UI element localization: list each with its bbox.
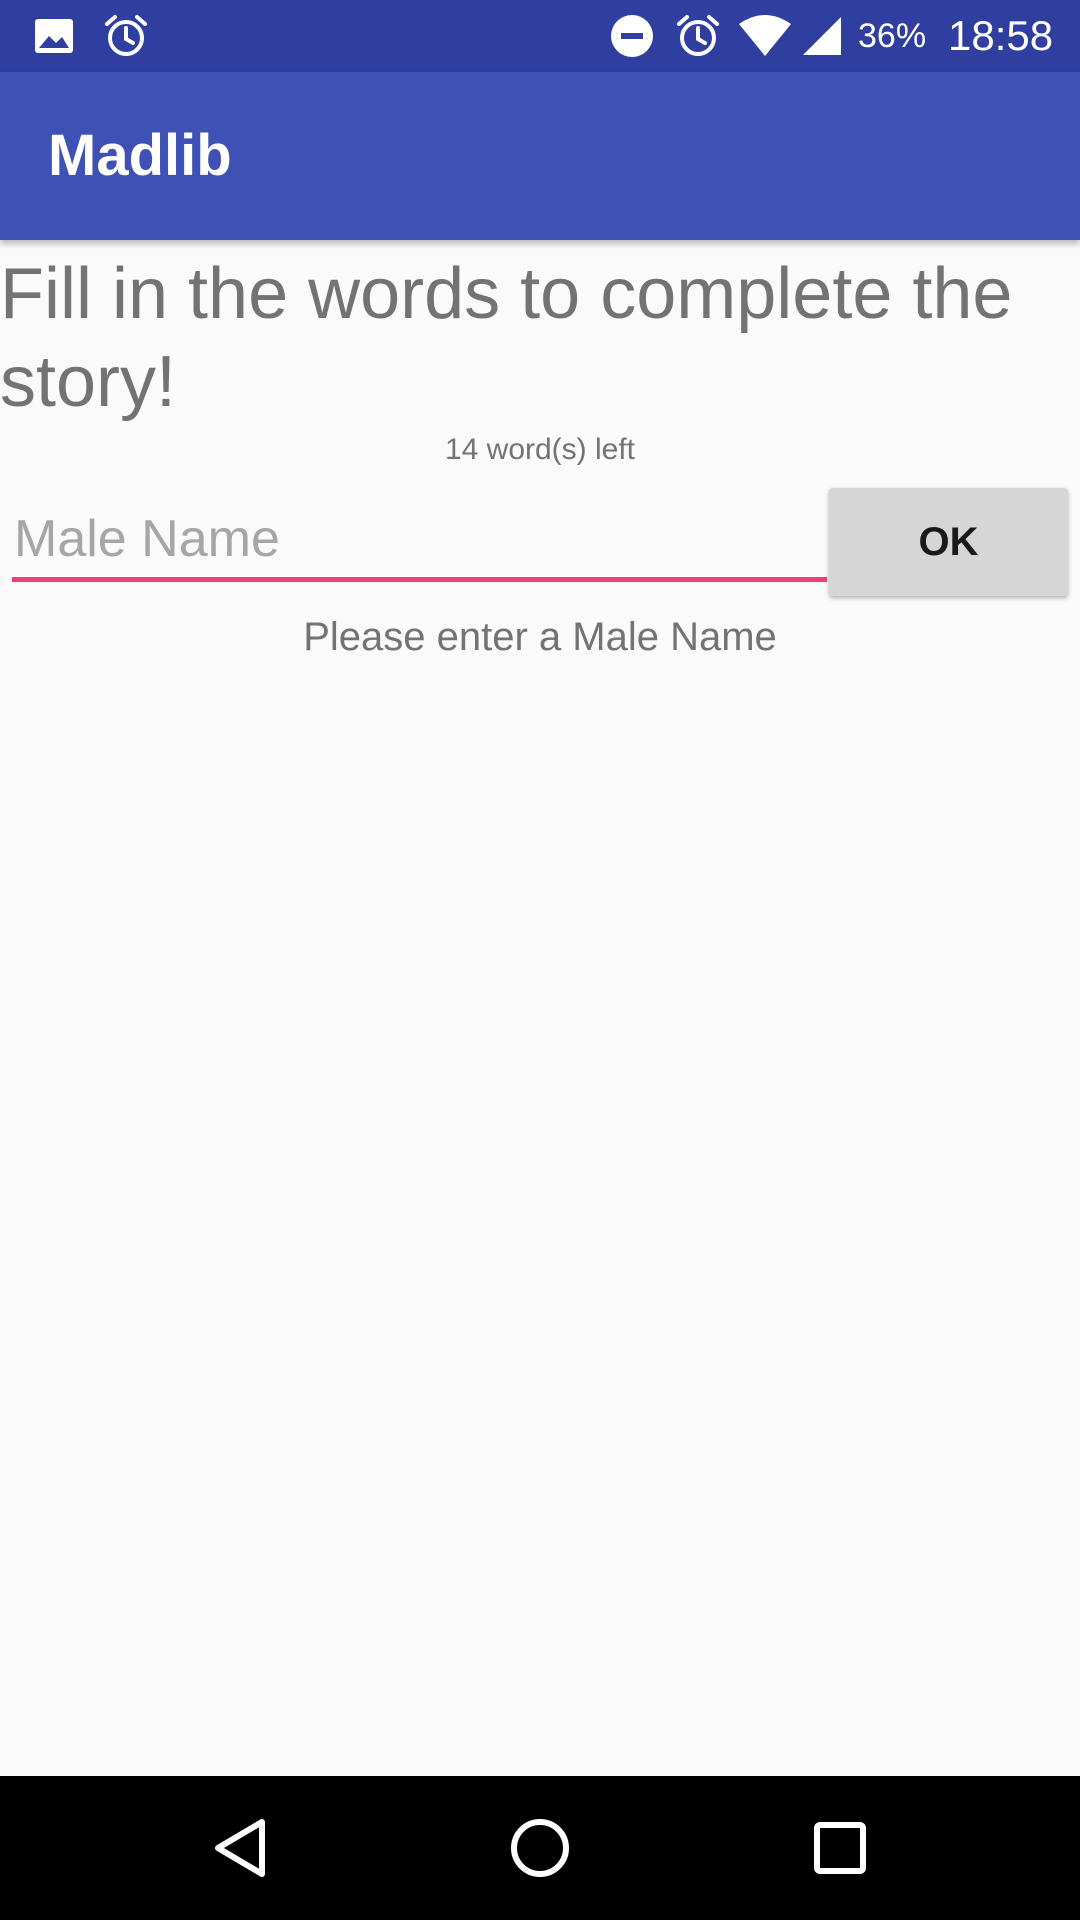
do-not-disturb-icon xyxy=(608,12,656,60)
navigation-bar xyxy=(0,1776,1080,1920)
app-bar: Madlib xyxy=(0,72,1080,240)
word-input[interactable] xyxy=(12,500,827,582)
back-icon[interactable] xyxy=(190,1798,290,1898)
alarm-icon xyxy=(102,12,150,60)
clock: 18:58 xyxy=(948,12,1054,59)
wifi-icon xyxy=(736,12,794,60)
recents-icon[interactable] xyxy=(790,1798,890,1898)
screen: 36% 18:58 Madlib Fill in the words to co… xyxy=(0,0,1080,1920)
app-title: Madlib xyxy=(48,123,232,188)
word-prompt: Please enter a Male Name xyxy=(303,615,777,659)
alarm-icon xyxy=(674,12,722,60)
words-left-counter: 14 word(s) left xyxy=(444,433,636,466)
battery-percent: 36% xyxy=(858,17,927,55)
status-bar: 36% 18:58 xyxy=(0,0,1080,72)
image-icon xyxy=(30,12,78,60)
home-icon[interactable] xyxy=(490,1798,590,1898)
cellular-signal-icon xyxy=(800,12,844,60)
instructions-heading: Fill in the words to complete the story! xyxy=(0,254,1013,422)
ok-button[interactable]: OK xyxy=(829,488,1068,596)
